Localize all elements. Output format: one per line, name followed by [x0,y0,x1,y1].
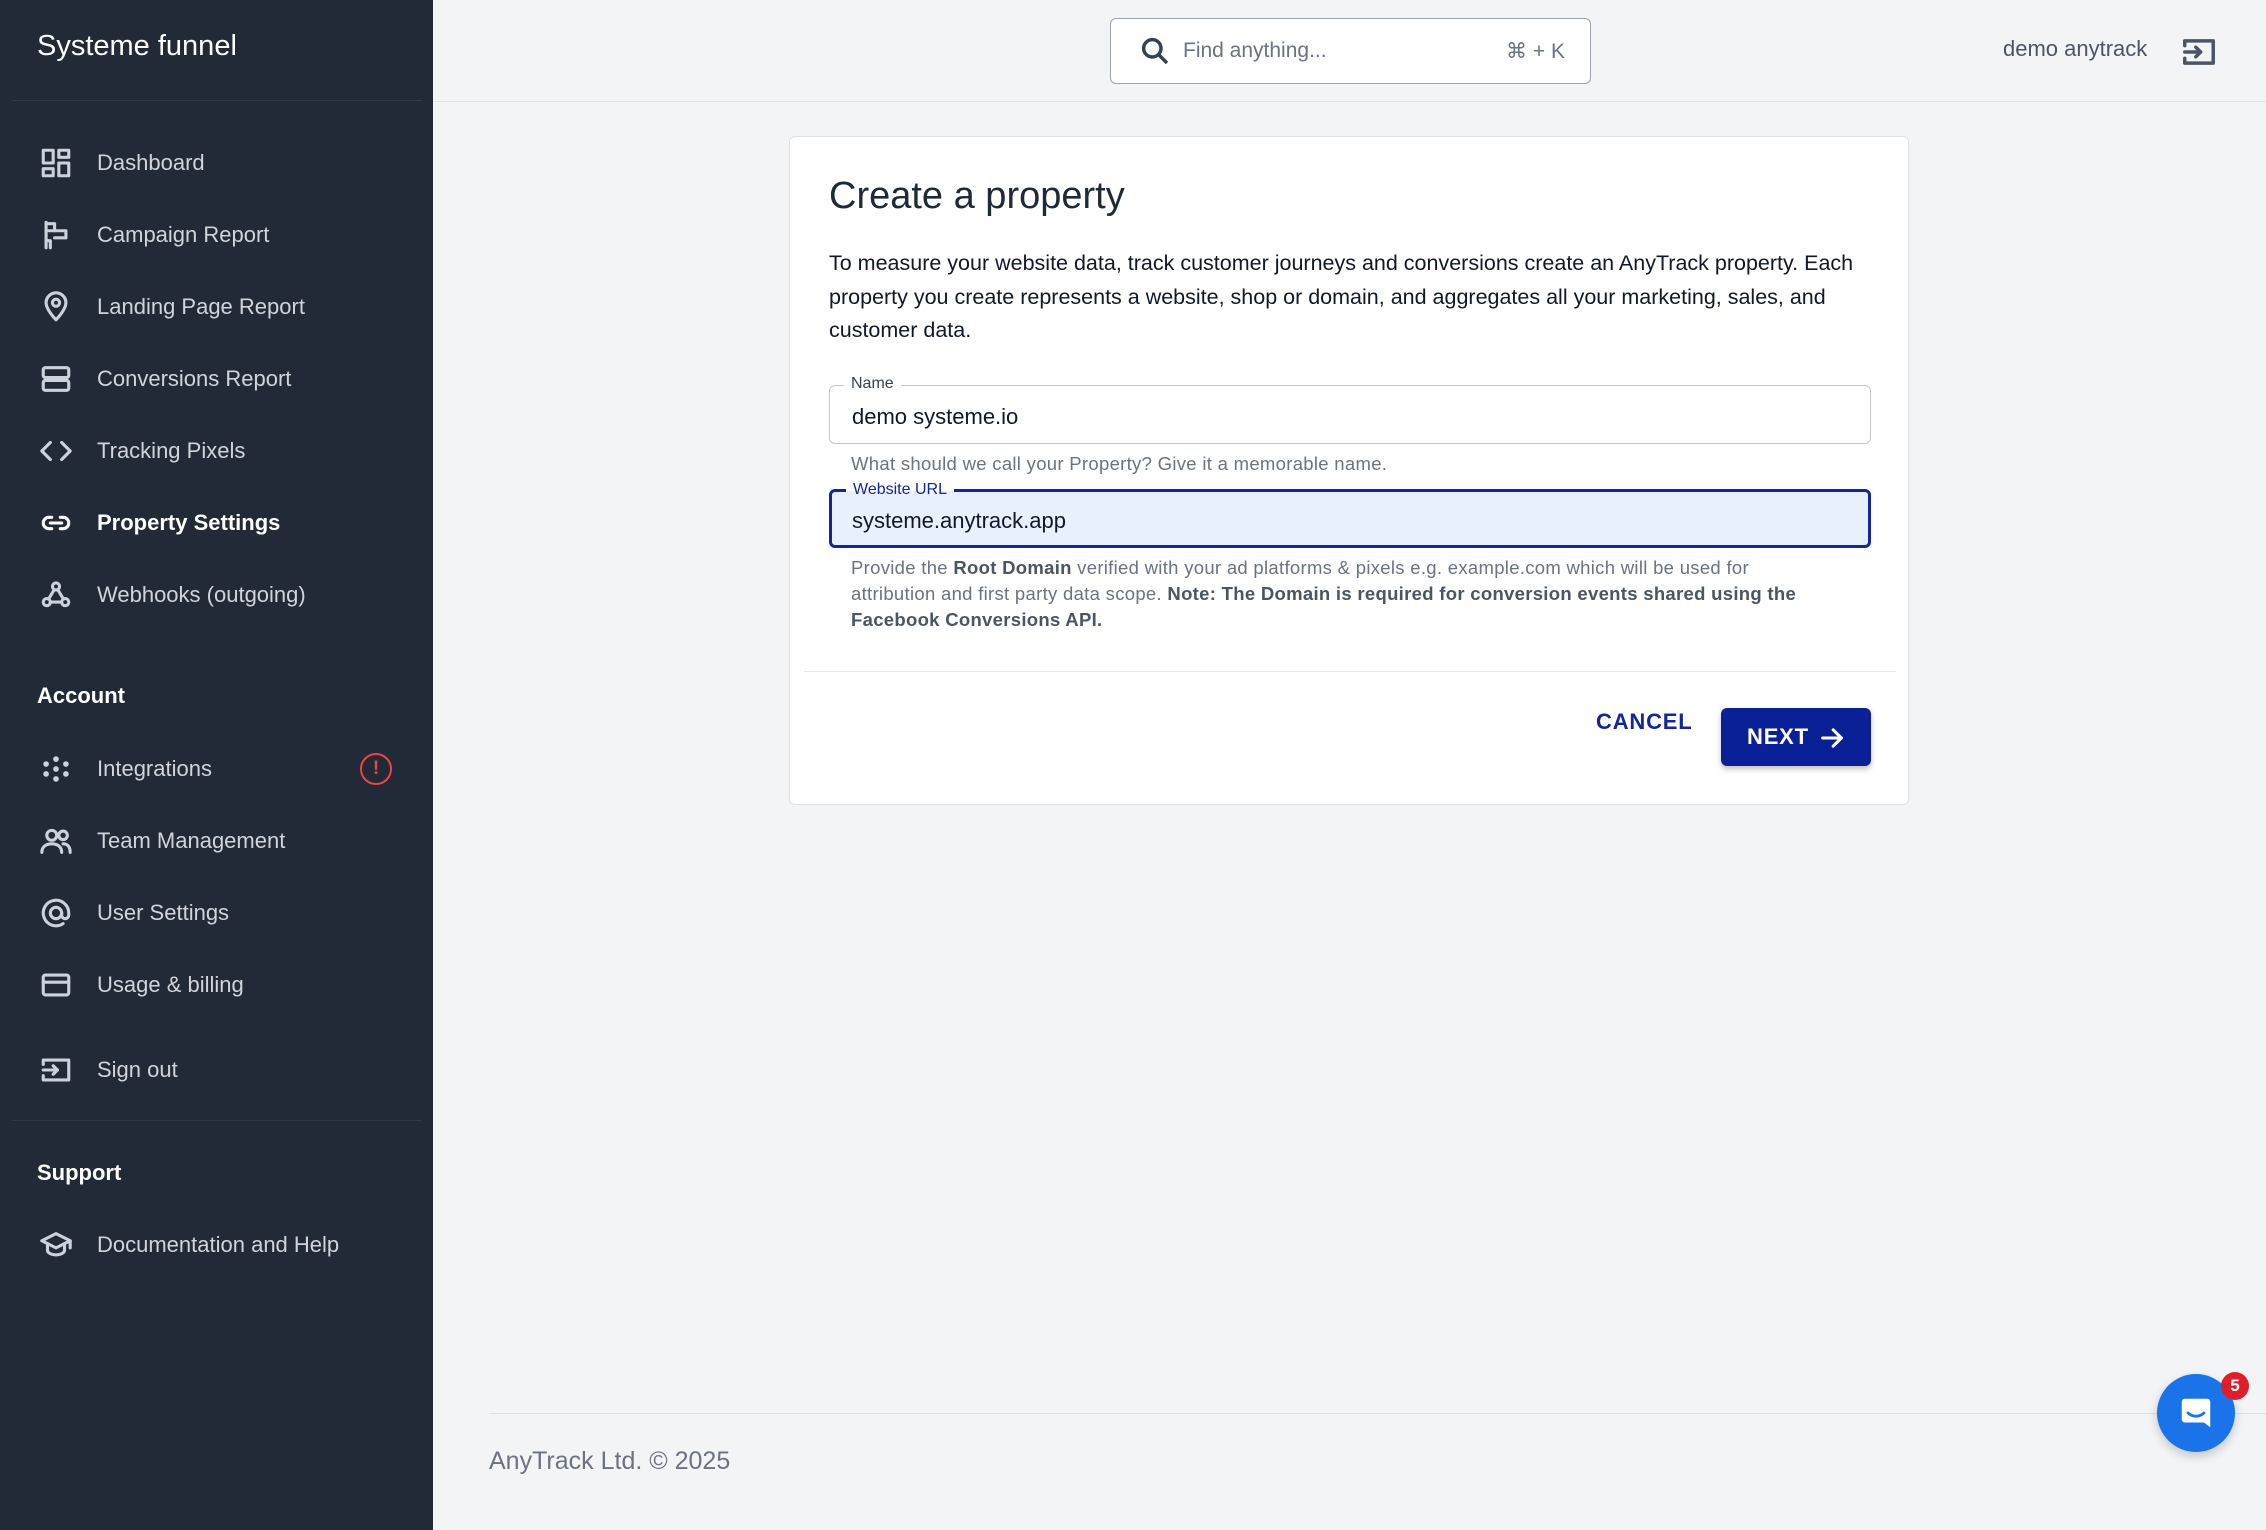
location-pin-icon [38,289,74,325]
create-property-card: Create a property To measure your websit… [789,136,1909,805]
sidebar-divider [12,1120,422,1121]
sign-out-icon [2183,39,2215,65]
sign-out-icon [38,1052,74,1088]
sidebar-item-label: User Settings [97,900,230,925]
server-icon [38,361,74,397]
link-icon [38,505,74,541]
sidebar-item-conversions-report[interactable]: Conversions Report [0,351,433,407]
integrations-icon [38,751,74,787]
sidebar-item-webhooks[interactable]: Webhooks (outgoing) [0,567,433,623]
sidebar-item-label: Integrations [97,756,212,781]
top-bar: Find anything... ⌘ + K demo anytrack [433,0,2266,102]
account-section-title: Account [37,683,125,708]
helper-text-bold: Root Domain [953,557,1072,578]
sidebar-item-label: Conversions Report [97,366,292,391]
dashboard-icon [38,145,74,181]
sidebar-item-tracking-pixels[interactable]: Tracking Pixels [0,423,433,479]
page-title: Create a property [829,175,1125,217]
form-description: To measure your website data, track cust… [829,251,1854,342]
chat-notification-badge: 5 [2221,1372,2249,1400]
helper-text-part: Provide the [851,557,954,578]
sidebar-item-usage-billing[interactable]: Usage & billing [0,957,433,1013]
alert-icon: ! [360,753,392,785]
sidebar-item-user-settings[interactable]: User Settings [0,885,433,941]
sidebar-item-label: Landing Page Report [97,294,305,319]
next-button[interactable]: NEXT [1721,708,1871,766]
search-placeholder: Find anything... [1183,39,1327,62]
sidebar-item-integrations[interactable]: Integrations ! [0,741,433,797]
sidebar-item-landing-page-report[interactable]: Landing Page Report [0,279,433,335]
helper-text-bold: Note: The Domain is required for convers… [1167,583,1797,604]
support-section-title: Support [37,1160,122,1185]
search-shortcut: ⌘ + K [1506,40,1565,63]
brand-title: Systeme funnel [37,30,237,62]
sidebar-item-team-management[interactable]: Team Management [0,813,433,869]
sidebar-item-label: Property Settings [97,510,281,535]
sidebar-item-label: Dashboard [97,150,205,175]
footer-divider [489,1413,2266,1414]
sidebar-item-label: Documentation and Help [97,1232,340,1257]
name-field-value[interactable]: demo systeme.io [852,404,1018,430]
sign-out-button[interactable] [2180,33,2218,71]
name-field[interactable]: Name demo systeme.io [829,374,1871,444]
webhook-icon [38,577,74,613]
cancel-button[interactable]: CANCEL [1596,709,1692,735]
helper-text-part: attribution and first party data scope. [851,583,1168,604]
code-icon [38,433,74,469]
credit-card-icon [38,967,74,1003]
website-url-helper-text: Provide the Root Domain verified with yo… [851,555,1796,633]
helper-text-bold: Facebook Conversions API. [851,609,1103,630]
sidebar-item-label: Sign out [97,1057,178,1082]
sidebar-item-property-settings[interactable]: Property Settings [0,495,433,551]
sidebar-item-label: Campaign Report [97,222,270,247]
sidebar-item-campaign-report[interactable]: Campaign Report [0,207,433,263]
name-helper-text: What should we call your Property? Give … [851,453,1388,474]
sidebar-item-label: Team Management [97,828,286,853]
user-name: demo anytrack [2003,36,2148,61]
sidebar-divider [12,100,422,101]
team-icon [38,823,74,859]
graduation-cap-icon [38,1227,74,1263]
card-divider [804,671,1896,672]
arrow-right-icon [1821,728,1843,748]
website-url-field-value[interactable]: systeme.anytrack.app [852,508,1066,534]
sidebar-item-label: Tracking Pixels [97,438,246,463]
campaign-icon [38,217,74,253]
sidebar-item-dashboard[interactable]: Dashboard [0,135,433,191]
chat-icon [2181,1398,2211,1428]
footer-copyright: AnyTrack Ltd. © 2025 [489,1447,731,1475]
sidebar: Systeme funnel Dashboard Campaign Report… [0,0,433,1530]
website-url-field-label: Website URL [846,480,954,500]
sidebar-item-label: Usage & billing [97,972,244,997]
next-button-label: NEXT [1747,724,1809,749]
helper-text-part: verified with your ad platforms & pixels… [1071,557,1749,578]
sidebar-item-label: Webhooks (outgoing) [97,582,306,607]
search-input[interactable]: Find anything... ⌘ + K [1110,18,1591,84]
at-icon [38,895,74,931]
website-url-field[interactable]: Website URL systeme.anytrack.app [829,480,1871,548]
sidebar-item-documentation[interactable]: Documentation and Help [0,1217,433,1273]
name-field-label: Name [844,374,901,394]
search-icon [1141,37,1169,65]
sidebar-item-sign-out[interactable]: Sign out [0,1042,433,1098]
